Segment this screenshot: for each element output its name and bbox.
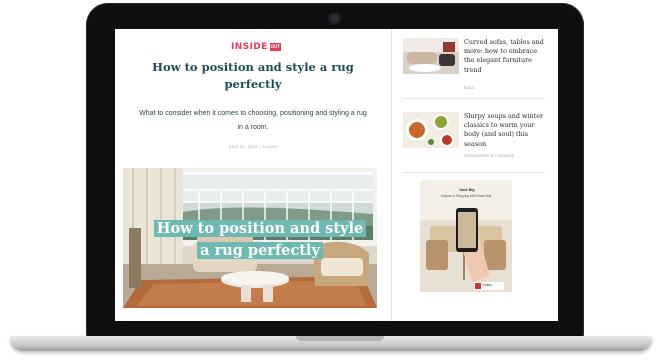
advertisement-banner[interactable]: Save Big Explore & Shopping with Rowe Bu… — [420, 180, 512, 292]
webcam-icon — [330, 14, 339, 23]
thumbnail-sofa-image — [403, 38, 459, 74]
site-logo-text: INSIDE — [231, 42, 268, 52]
hero-overlay-text: How to position and style a rug perfectl… — [153, 220, 367, 259]
related-card-source: SPONSORED BY CHANGE — [464, 154, 515, 158]
related-card-title[interactable]: Slurpy soups and winter classics to warm… — [464, 112, 544, 149]
sidebar-divider — [403, 98, 545, 99]
thumbnail-soup-image — [403, 112, 459, 148]
related-card-source: BOLD — [464, 86, 475, 90]
related-card-thumbnail[interactable] — [403, 112, 459, 148]
related-card-title[interactable]: Curved sofas, tables and more: how to em… — [464, 38, 544, 75]
laptop-notch — [296, 336, 384, 341]
ad-brand: Cluster — [482, 283, 493, 287]
browser-viewport: INSIDE OUT How to position and style a r… — [115, 29, 558, 321]
related-sidebar: Curved sofas, tables and more: how to em… — [397, 29, 558, 321]
site-logo[interactable]: INSIDE OUT — [231, 41, 281, 53]
article-dek: What to consider when it comes to choosi… — [139, 110, 367, 131]
article-headline: How to position and style a rug perfectl… — [152, 60, 354, 91]
related-card-curved-sofas[interactable]: Curved sofas, tables and more: how to em… — [403, 38, 545, 90]
article-byline: AUG 08, 2022 | SUSAN — [228, 145, 278, 149]
article-column: INSIDE OUT How to position and style a r… — [115, 29, 391, 321]
related-card-thumbnail[interactable] — [403, 38, 459, 74]
laptop-base — [10, 336, 652, 351]
hero-overlay-title: How to position and style a rug perfectl… — [149, 218, 371, 262]
sidebar-divider — [403, 172, 545, 173]
laptop-frame: INSIDE OUT How to position and style a r… — [86, 3, 584, 338]
ad-heading: Save Big — [459, 188, 475, 192]
ad-subheading: Explore & Shopping with Rowe Buy — [440, 194, 492, 198]
column-divider — [391, 29, 392, 321]
site-logo-badge: OUT — [269, 43, 281, 51]
related-card-soups[interactable]: Slurpy soups and winter classics to warm… — [403, 112, 545, 158]
